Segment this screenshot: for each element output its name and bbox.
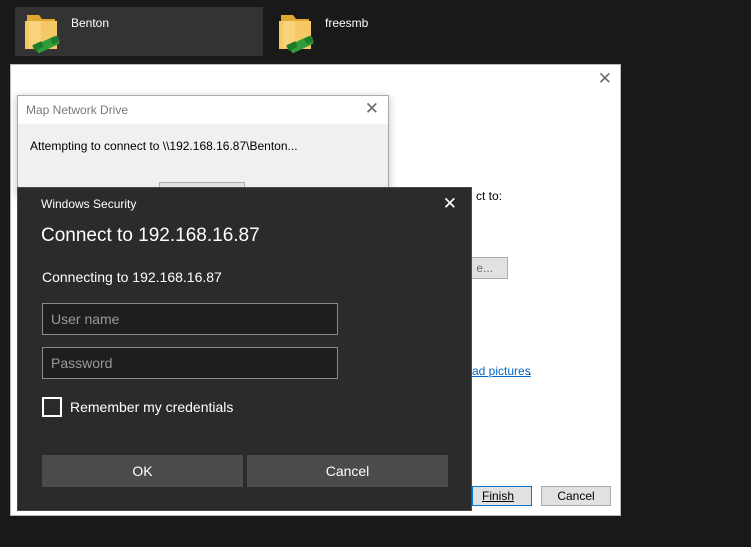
checkbox-icon[interactable] <box>42 397 62 417</box>
connect-website-link[interactable]: ad pictures <box>472 364 531 378</box>
dialog-title: Windows Security <box>41 197 137 211</box>
cancel-button[interactable]: Cancel <box>247 455 448 487</box>
wizard-cancel-button[interactable]: Cancel <box>541 486 611 506</box>
close-icon[interactable]: ✕ <box>365 100 379 117</box>
dialog-title: Map Network Drive <box>26 103 129 117</box>
username-input[interactable] <box>42 303 338 335</box>
browse-button[interactable]: e... <box>470 257 508 279</box>
close-icon[interactable]: ✕ <box>598 70 612 87</box>
remember-credentials-label: Remember my credentials <box>70 399 234 415</box>
finish-button-label: Finish <box>481 489 514 503</box>
network-folder-icon <box>25 15 60 53</box>
dialog-titlebar: Map Network Drive ✕ <box>18 96 388 124</box>
dialog-heading: Connect to 192.168.16.87 <box>41 225 260 246</box>
ok-button[interactable]: OK <box>42 455 243 487</box>
connection-status-text: Attempting to connect to \\192.168.16.87… <box>30 139 298 153</box>
connecting-subtext: Connecting to 192.168.16.87 <box>42 269 222 285</box>
password-input[interactable] <box>42 347 338 379</box>
close-icon[interactable]: ✕ <box>443 195 457 212</box>
map-network-drive-progress-dialog: Map Network Drive ✕ Attempting to connec… <box>17 95 389 196</box>
network-share-benton[interactable]: Benton <box>15 7 263 56</box>
folder-prompt-label: ct to: <box>476 189 503 203</box>
windows-security-dialog: Windows Security ✕ Connect to 192.168.16… <box>17 187 472 511</box>
link-trailing-text: . <box>528 364 532 378</box>
network-share-label: freesmb <box>325 16 369 30</box>
network-share-freesmb[interactable]: freesmb <box>269 7 469 56</box>
network-share-label: Benton <box>71 16 110 30</box>
network-folder-icon <box>279 15 314 53</box>
finish-button[interactable]: Finish <box>472 486 532 506</box>
